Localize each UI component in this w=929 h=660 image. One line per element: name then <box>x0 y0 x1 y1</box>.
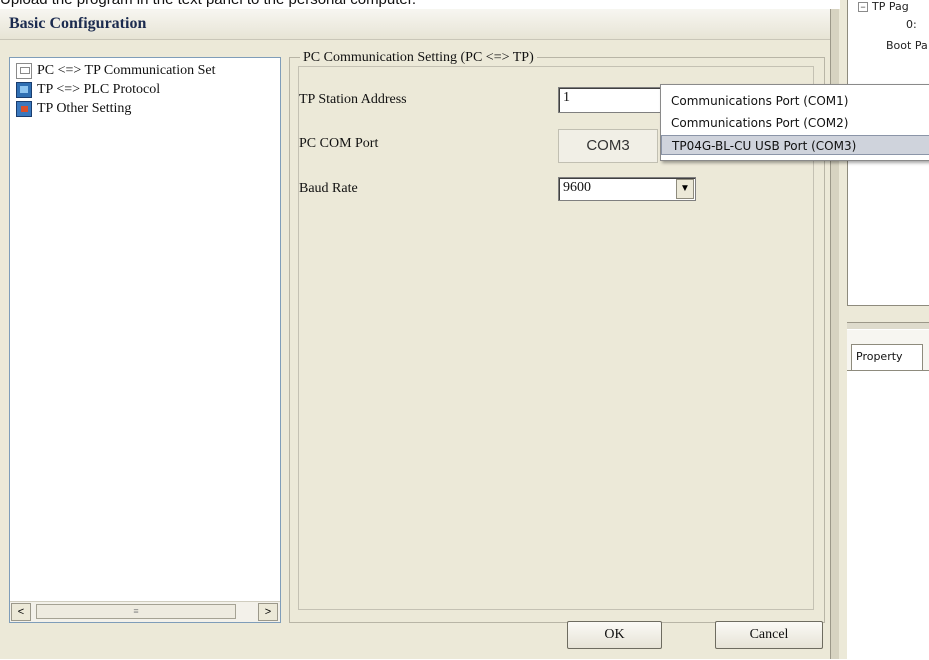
baud-rate-select[interactable]: 9600 ▼ <box>558 177 696 201</box>
com-port-combo[interactable]: COM3 <box>558 129 658 163</box>
dropdown-option[interactable]: Communications Port (COM2) <box>661 113 929 133</box>
caption-text: Upload the program in the text panel to … <box>0 0 929 9</box>
tree-boot-label[interactable]: Boot Pa <box>886 39 928 52</box>
property-body <box>847 370 929 660</box>
station-address-label: TP Station Address <box>299 92 407 107</box>
scroll-thumb[interactable]: ≡ <box>36 604 236 619</box>
tree-item-tp-other[interactable]: TP Other Setting <box>16 100 131 118</box>
scroll-right-button[interactable]: > <box>258 603 278 621</box>
protocol-icon <box>16 82 32 98</box>
chevron-down-icon[interactable]: ▼ <box>676 179 694 199</box>
panel-splitter[interactable] <box>847 322 929 330</box>
pc-icon <box>16 63 32 79</box>
tree-item-label: TP Other Setting <box>37 101 132 116</box>
settings-icon <box>16 101 32 117</box>
dialog-title: Basic Configuration <box>9 15 147 32</box>
dropdown-option-selected[interactable]: TP04G-BL-CU USB Port (COM3) <box>661 135 929 155</box>
cancel-button[interactable]: Cancel <box>715 621 823 649</box>
tree-horizontal-scrollbar[interactable]: < ≡ > <box>10 601 280 622</box>
tree-root-label[interactable]: TP Pag <box>872 0 909 13</box>
property-area: Property <box>847 330 929 660</box>
com-port-dropdown: Communications Port (COM1) Communication… <box>660 84 929 161</box>
ok-button[interactable]: OK <box>567 621 662 649</box>
dialog-titlebar: Basic Configuration <box>0 9 832 40</box>
com-port-label: PC COM Port <box>299 136 379 151</box>
tree-item-label: TP <=> PLC Protocol <box>37 82 161 97</box>
baud-rate-value: 9600 <box>563 180 591 195</box>
group-title: PC Communication Setting (PC <=> TP) <box>300 50 537 66</box>
tree-item-pc-tp[interactable]: PC <=> TP Communication Set <box>16 62 215 80</box>
baud-rate-label: Baud Rate <box>299 181 358 196</box>
dropdown-option[interactable]: Communications Port (COM1) <box>661 91 929 111</box>
tab-property[interactable]: Property <box>851 344 923 370</box>
tree-item-label: PC <=> TP Communication Set <box>37 63 216 78</box>
scroll-left-button[interactable]: < <box>11 603 31 621</box>
config-tree: PC <=> TP Communication Set TP <=> PLC P… <box>9 57 281 623</box>
collapse-icon[interactable]: − <box>858 2 868 12</box>
tree-item-tp-plc[interactable]: TP <=> PLC Protocol <box>16 81 160 99</box>
tree-child-label[interactable]: 0: <box>906 18 917 31</box>
